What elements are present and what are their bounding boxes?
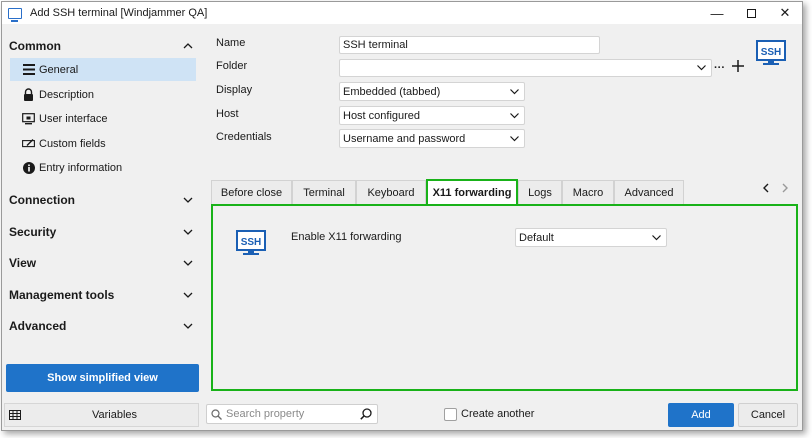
chevron-down-icon	[510, 133, 519, 145]
list-icon	[22, 63, 35, 76]
sidebar-section-security[interactable]: Security	[2, 220, 201, 244]
chevron-down-icon	[183, 227, 193, 237]
name-field[interactable]: SSH terminal	[339, 36, 600, 54]
search-icon	[211, 408, 222, 420]
minimize-button[interactable]: —	[700, 2, 734, 24]
sidebar-section-advanced[interactable]: Advanced	[2, 314, 201, 338]
name-label: Name	[216, 37, 246, 49]
credentials-select[interactable]: Username and password	[339, 129, 525, 148]
display-value: Embedded (tabbed)	[343, 85, 441, 98]
folder-more-button[interactable]: ···	[714, 62, 725, 74]
maximize-button[interactable]	[734, 2, 768, 24]
tab-scroll-right-button[interactable]	[781, 182, 789, 196]
search-property-input[interactable]	[226, 408, 356, 420]
sidebar-section-label: Advanced	[9, 319, 67, 333]
sidebar-item-label: General	[39, 63, 79, 76]
tab-x11-forwarding[interactable]: X11 forwarding	[426, 179, 518, 205]
sidebar-item-description[interactable]: Description	[10, 83, 196, 106]
sidebar-section-common[interactable]: Common	[2, 34, 201, 58]
edit-field-icon	[22, 137, 35, 150]
ssh-icon-text: SSH	[761, 47, 782, 58]
plus-icon	[732, 60, 744, 72]
window-title: Add SSH terminal [Windjammer QA]	[30, 7, 208, 19]
chevron-down-icon	[183, 290, 193, 300]
tab-before-close[interactable]: Before close	[211, 180, 292, 204]
window-app-icon	[8, 7, 22, 22]
dialog-window: Add SSH terminal [Windjammer QA] — ✕ Com…	[1, 1, 803, 431]
cancel-button[interactable]: Cancel	[738, 403, 798, 427]
sidebar: Common General Description User interfac…	[2, 24, 201, 396]
tab-scroll-left-button[interactable]	[762, 182, 770, 196]
add-button[interactable]: Add	[668, 403, 734, 427]
chevron-right-icon	[782, 183, 788, 193]
chevron-down-icon	[652, 232, 661, 244]
grid-icon	[9, 410, 21, 420]
search-property-box[interactable]	[206, 404, 378, 424]
enable-x11-select[interactable]: Default	[515, 228, 667, 247]
chevron-left-icon	[763, 183, 769, 193]
sidebar-item-user-interface[interactable]: User interface	[10, 107, 196, 130]
credentials-value: Username and password	[343, 132, 466, 145]
tab-macro[interactable]: Macro	[562, 180, 614, 204]
folder-select[interactable]	[339, 59, 712, 77]
search-submit-icon[interactable]	[360, 408, 372, 420]
chevron-down-icon	[510, 110, 519, 122]
sidebar-item-label: Description	[39, 88, 95, 101]
chevron-down-icon	[510, 86, 519, 98]
sidebar-section-view[interactable]: View	[2, 251, 201, 275]
close-button[interactable]: ✕	[768, 2, 802, 24]
sidebar-item-custom-fields[interactable]: Custom fields	[10, 132, 196, 155]
folder-add-button[interactable]	[731, 59, 745, 73]
sidebar-item-general[interactable]: General	[10, 58, 196, 81]
maximize-icon	[746, 8, 756, 18]
sidebar-section-label: Connection	[9, 193, 75, 207]
show-simplified-view-button[interactable]: Show simplified view	[6, 364, 199, 392]
host-value: Host configured	[343, 109, 421, 122]
tab-logs[interactable]: Logs	[518, 180, 562, 204]
display-label: Display	[216, 84, 253, 96]
tab-advanced[interactable]: Advanced	[614, 180, 684, 204]
ssh-icon: SSH	[236, 230, 266, 258]
display-select[interactable]: Embedded (tabbed)	[339, 82, 525, 101]
tab-strip: Before close Terminal Keyboard X11 forwa…	[211, 179, 684, 205]
variables-label: Variables	[92, 409, 138, 421]
x11-forwarding-panel: SSH Enable X11 forwarding Default	[211, 204, 798, 391]
variables-button[interactable]: Variables	[4, 403, 199, 427]
ssh-icon: SSH	[756, 40, 786, 68]
host-label: Host	[216, 108, 239, 120]
tab-keyboard[interactable]: Keyboard	[356, 180, 426, 204]
enable-x11-value: Default	[519, 231, 554, 244]
sidebar-section-label: Security	[9, 225, 57, 239]
sidebar-section-label: View	[9, 256, 37, 270]
sidebar-item-label: Custom fields	[39, 137, 106, 150]
sidebar-section-label: Common	[9, 39, 61, 53]
sidebar-section-label: Management tools	[9, 288, 115, 302]
chevron-down-icon	[697, 62, 706, 74]
bottom-bar: Variables Create another Add Cancel	[2, 402, 802, 430]
host-select[interactable]: Host configured	[339, 106, 525, 125]
chevron-up-icon	[183, 41, 193, 51]
sidebar-section-connection[interactable]: Connection	[2, 188, 201, 212]
create-another-label: Create another	[461, 408, 535, 420]
lock-icon	[22, 88, 35, 101]
chevron-down-icon	[183, 321, 193, 331]
chevron-down-icon	[183, 258, 193, 268]
monitor-icon	[22, 112, 35, 125]
sidebar-section-management-tools[interactable]: Management tools	[2, 283, 201, 307]
folder-label: Folder	[216, 60, 248, 72]
create-another-checkbox[interactable]	[444, 408, 457, 421]
credentials-label: Credentials	[216, 131, 272, 143]
ssh-icon-text: SSH	[241, 237, 262, 248]
sidebar-item-entry-information[interactable]: Entry information	[10, 156, 196, 179]
chevron-down-icon	[183, 195, 193, 205]
sidebar-item-label: User interface	[39, 112, 108, 125]
info-icon	[22, 161, 35, 174]
sidebar-item-label: Entry information	[39, 161, 123, 174]
title-bar: Add SSH terminal [Windjammer QA] — ✕	[2, 2, 802, 24]
tab-terminal[interactable]: Terminal	[292, 180, 356, 204]
enable-x11-label: Enable X11 forwarding	[291, 231, 402, 243]
